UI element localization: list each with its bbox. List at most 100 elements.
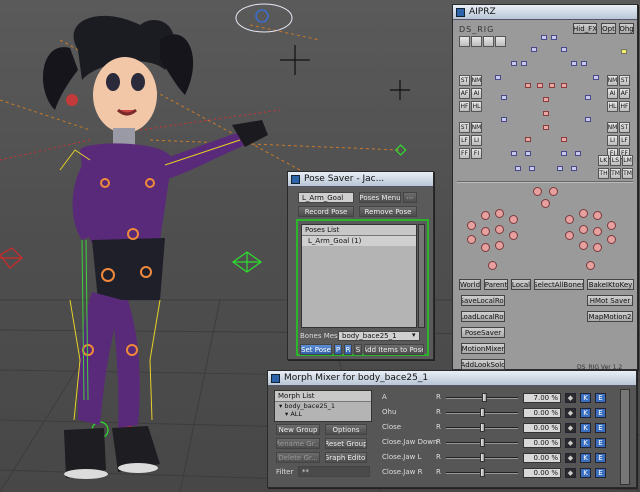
lm-button[interactable]: LM (622, 155, 633, 166)
key-button[interactable]: K (580, 438, 591, 448)
envelope-button[interactable]: E (595, 453, 606, 463)
rig-node[interactable] (525, 137, 531, 142)
morph-tree-child[interactable]: ▾ ALL (275, 410, 371, 418)
rig-small-button[interactable] (459, 36, 470, 47)
hand-rig-node[interactable] (549, 187, 558, 196)
left-fi-button[interactable]: FI (471, 148, 482, 159)
lk-button[interactable]: LK (598, 155, 609, 166)
bake-ik-to-key-button[interactable]: BakeIKtoKey (587, 279, 634, 290)
position-toggle[interactable]: P (334, 344, 342, 355)
rig-node[interactable] (575, 151, 581, 156)
left-af-button[interactable]: AF (459, 88, 470, 99)
left-li-button[interactable]: LI (471, 135, 482, 146)
hand-rig-node[interactable] (586, 261, 595, 270)
rename-group-button[interactable]: Rename Gr... (276, 438, 320, 449)
rig-node[interactable] (549, 83, 555, 88)
rig-node[interactable] (537, 83, 543, 88)
key-button[interactable]: K (580, 453, 591, 463)
select-all-bones-button[interactable]: SelectAllBones (534, 279, 584, 290)
right-hf-button[interactable]: HF (619, 101, 630, 112)
morph-list[interactable]: Morph List ▾ body_bace25_1 ▾ ALL (274, 390, 372, 422)
ohg-button[interactable]: Ohg (619, 23, 634, 34)
key-button[interactable]: K (580, 408, 591, 418)
remove-pose-button[interactable]: Remove Pose (359, 206, 417, 217)
right-hl-button[interactable]: HL (607, 101, 618, 112)
rig-node[interactable] (557, 166, 563, 171)
hid-fx-button[interactable]: Hid_FX (573, 23, 597, 34)
hand-rig-node[interactable] (579, 225, 588, 234)
morph-value[interactable]: 7.00 % (523, 393, 561, 403)
rig-small-button[interactable] (483, 36, 494, 47)
rig-node[interactable] (501, 117, 507, 122)
filter-input[interactable]: ** (298, 466, 370, 477)
map-motion2-button[interactable]: MapMotion2 (587, 311, 633, 322)
poses-list-scrollbar[interactable] (418, 224, 425, 328)
local-button[interactable]: Local (511, 279, 531, 290)
key-button[interactable]: K (580, 393, 591, 403)
rig-node[interactable] (529, 166, 535, 171)
right-nm-button[interactable]: NM (607, 75, 618, 86)
morph-value[interactable]: 0.00 % (523, 438, 561, 448)
spin-icon[interactable]: ◆ (565, 423, 576, 433)
hand-rig-node[interactable] (509, 215, 518, 224)
add-items-to-pose-button[interactable]: Add Items to Pose (364, 344, 424, 355)
hand-rig-node[interactable] (593, 227, 602, 236)
envelope-button[interactable]: E (595, 423, 606, 433)
left-nm-button-2[interactable]: NM (471, 122, 482, 133)
spin-icon[interactable]: ◆ (565, 438, 576, 448)
right-ai-button[interactable]: AI (607, 88, 618, 99)
th-button[interactable]: TH (598, 168, 609, 179)
hand-rig-node[interactable] (565, 215, 574, 224)
graph-editor-button[interactable]: Graph Editor (325, 452, 367, 463)
left-hl-button[interactable]: HL (471, 101, 482, 112)
hand-rig-node[interactable] (495, 225, 504, 234)
delete-group-button[interactable]: Delete Gr... (276, 452, 320, 463)
right-nm-button-2[interactable]: NM (607, 122, 618, 133)
left-st-button[interactable]: ST (459, 75, 470, 86)
morph-value[interactable]: 0.00 % (523, 408, 561, 418)
rig-node[interactable] (543, 111, 549, 116)
goal-field[interactable]: L_Arm_Goal (298, 192, 354, 203)
rig-node[interactable] (621, 49, 627, 54)
hand-rig-node[interactable] (607, 235, 616, 244)
rig-node[interactable] (501, 95, 507, 100)
world-button[interactable]: World (459, 279, 481, 290)
rig-node[interactable] (571, 166, 577, 171)
rig-small-button[interactable] (471, 36, 482, 47)
rig-node[interactable] (561, 83, 567, 88)
spin-icon[interactable]: ◆ (565, 393, 576, 403)
new-group-button[interactable]: New Group (276, 424, 320, 435)
hand-rig-node[interactable] (509, 231, 518, 240)
morph-slider-knob[interactable] (482, 393, 487, 402)
hand-rig-node[interactable] (541, 199, 550, 208)
right-st-button-2[interactable]: ST (619, 122, 630, 133)
rig-node[interactable] (543, 125, 549, 130)
morph-mixer-titlebar[interactable]: Morph Mixer for body_bace25_1 (268, 371, 636, 386)
rig-node[interactable] (511, 151, 517, 156)
record-pose-button[interactable]: Record Pose (298, 206, 354, 217)
reset-group-button[interactable]: Reset Group (325, 438, 367, 449)
rig-node[interactable] (585, 117, 591, 122)
rig-node[interactable] (585, 95, 591, 100)
rig-node[interactable] (561, 47, 567, 52)
hand-rig-node[interactable] (467, 235, 476, 244)
rig-node[interactable] (551, 35, 557, 40)
pose-item[interactable]: L_Arm_Goal (1) (302, 236, 416, 246)
key-button[interactable]: K (580, 468, 591, 478)
hand-rig-node[interactable] (579, 241, 588, 250)
rig-small-button[interactable] (495, 36, 506, 47)
left-lf-button[interactable]: LF (459, 135, 470, 146)
hand-rig-node[interactable] (488, 261, 497, 270)
rig-node[interactable] (531, 47, 537, 52)
right-li-button[interactable]: LI (607, 135, 618, 146)
rotation-toggle[interactable]: R (344, 344, 352, 355)
envelope-button[interactable]: E (595, 438, 606, 448)
right-af-button[interactable]: AF (619, 88, 630, 99)
hand-rig-node[interactable] (481, 227, 490, 236)
right-st-button[interactable]: ST (619, 75, 630, 86)
hand-rig-node[interactable] (579, 209, 588, 218)
ls-button[interactable]: LS (610, 155, 621, 166)
poses-list[interactable]: Poses List L_Arm_Goal (1) (301, 224, 417, 328)
pose-saver-button[interactable]: PoseSaver (461, 327, 505, 338)
left-st-button-2[interactable]: ST (459, 122, 470, 133)
